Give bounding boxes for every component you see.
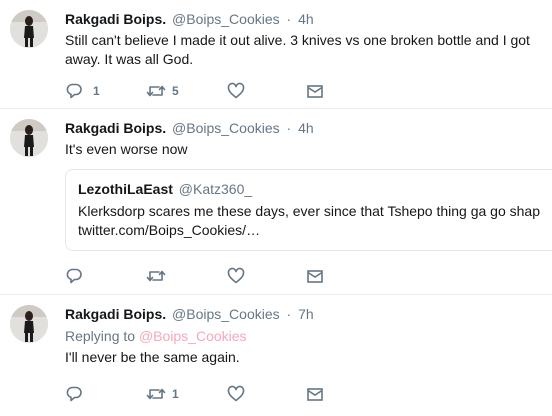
heart-icon (227, 82, 245, 100)
tweet[interactable]: Rakgadi Boips. @Boips_Cookies · 4h Still… (0, 0, 552, 109)
retweet-icon (146, 267, 166, 285)
quoted-author-username: @Katz360_ (178, 181, 253, 197)
direct-message-button[interactable] (306, 81, 324, 101)
retweet-icon (146, 385, 166, 403)
retweet-count: 5 (172, 84, 179, 98)
retweet-icon (146, 82, 166, 100)
tweet-actions: 1 5 (65, 81, 365, 101)
author-fullname[interactable]: Rakgadi Boips. (65, 306, 166, 322)
tweet-timestamp[interactable]: 4h (298, 120, 314, 136)
tweet-actions: 1 (65, 384, 365, 404)
separator-dot: · (286, 306, 292, 322)
quoted-tweet[interactable]: LezothiLaEast @Katz360_ Klerksdorp scare… (65, 169, 552, 251)
author-fullname[interactable]: Rakgadi Boips. (65, 11, 166, 27)
heart-icon (227, 385, 245, 403)
author-username[interactable]: @Boips_Cookies (172, 120, 280, 136)
like-button[interactable] (227, 266, 245, 286)
direct-message-button[interactable] (306, 384, 324, 404)
retweet-button[interactable] (146, 266, 172, 286)
author-username[interactable]: @Boips_Cookies (172, 11, 280, 27)
tweet-text: It's even worse now (65, 141, 188, 157)
envelope-icon (306, 385, 324, 403)
envelope-icon (306, 82, 324, 100)
retweet-button[interactable]: 5 (146, 81, 179, 101)
quoted-tweet-header: LezothiLaEast @Katz360_ (78, 180, 552, 198)
timeline: Rakgadi Boips. @Boips_Cookies · 4h Still… (0, 0, 552, 416)
reply-icon (65, 82, 83, 100)
tweet-text: I'll never be the same again. (65, 349, 240, 365)
quoted-tweet-text: Klerksdorp scares me these days, ever si… (78, 203, 541, 219)
replying-to: Replying to @Boips_Cookies (65, 327, 552, 345)
reply-icon (65, 385, 83, 403)
tweet-header: Rakgadi Boips. @Boips_Cookies · 4h (65, 119, 552, 137)
quoted-author-fullname: LezothiLaEast (78, 181, 173, 197)
like-button[interactable] (227, 81, 245, 101)
replying-to-label: Replying to (65, 328, 136, 344)
avatar[interactable] (10, 10, 48, 48)
tweet-text: Still can't believe I made it out alive.… (65, 32, 530, 67)
retweet-button[interactable]: 1 (146, 384, 179, 404)
tweet-timestamp[interactable]: 7h (298, 306, 314, 322)
reply-button[interactable]: 1 (65, 81, 100, 101)
quoted-tweet-link: twitter.com/Boips_Cookies/… (78, 222, 261, 238)
envelope-icon (306, 267, 324, 285)
reply-button[interactable] (65, 266, 93, 286)
retweet-count: 1 (172, 387, 179, 401)
reply-button[interactable] (65, 384, 93, 404)
author-fullname[interactable]: Rakgadi Boips. (65, 120, 166, 136)
avatar[interactable] (10, 119, 48, 157)
tweet-timestamp[interactable]: 4h (298, 11, 314, 27)
tweet-actions (65, 266, 365, 286)
heart-icon (227, 267, 245, 285)
direct-message-button[interactable] (306, 266, 324, 286)
tweet[interactable]: Rakgadi Boips. @Boips_Cookies · 7h Reply… (0, 295, 552, 416)
author-username[interactable]: @Boips_Cookies (172, 306, 280, 322)
separator-dot: · (286, 120, 292, 136)
tweet-header: Rakgadi Boips. @Boips_Cookies · 7h (65, 305, 552, 323)
reply-count: 1 (93, 84, 100, 98)
avatar[interactable] (10, 305, 48, 343)
tweet-header: Rakgadi Boips. @Boips_Cookies · 4h (65, 10, 552, 28)
separator-dot: · (286, 11, 292, 27)
tweet[interactable]: Rakgadi Boips. @Boips_Cookies · 4h It's … (0, 109, 552, 295)
replying-to-mention[interactable]: @Boips_Cookies (139, 328, 247, 344)
like-button[interactable] (227, 384, 245, 404)
reply-icon (65, 267, 83, 285)
